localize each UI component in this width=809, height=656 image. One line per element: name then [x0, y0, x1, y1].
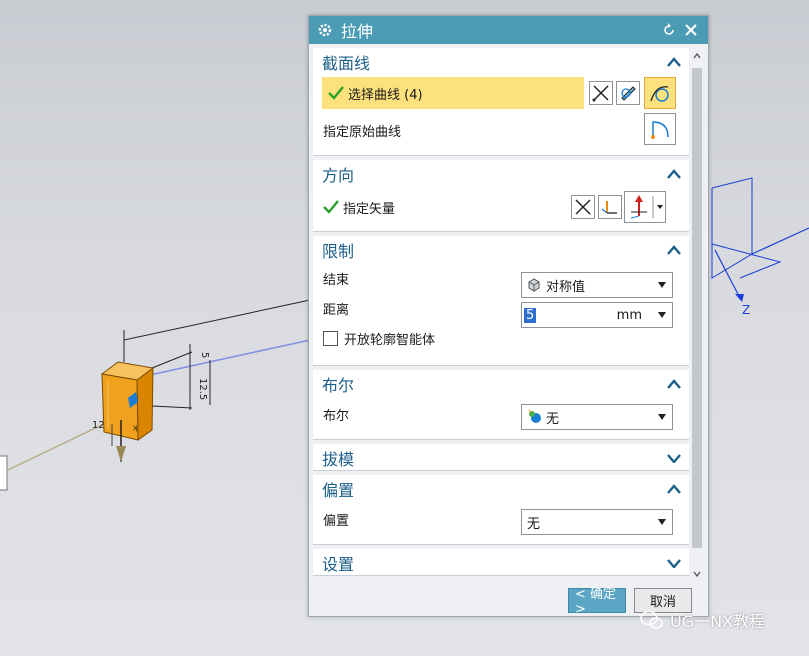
- section-direction: 方向 指定矢量: [313, 160, 689, 232]
- dialog-title: 拉伸: [341, 22, 374, 41]
- curve-rule-icon[interactable]: [589, 81, 613, 105]
- distance-value: 5: [524, 307, 537, 323]
- partial-widget: [0, 455, 8, 491]
- scrollbar-thumb[interactable]: [692, 68, 702, 548]
- axis-z-label: Z: [742, 303, 750, 317]
- checkmark-icon: [323, 200, 339, 214]
- sketch-section-icon[interactable]: [616, 81, 640, 105]
- offset-value: 无: [527, 516, 541, 532]
- dim-label-5: 5: [199, 352, 210, 358]
- select-curve-label: 选择曲线 (4): [348, 87, 423, 103]
- section-offset-title: 偏置: [322, 480, 355, 500]
- select-curve-icon[interactable]: [644, 77, 676, 109]
- reverse-direction-icon[interactable]: [571, 195, 595, 219]
- reset-icon[interactable]: [660, 21, 678, 39]
- extruded-solid[interactable]: ʞ: [100, 361, 155, 462]
- section-offset: 偏置 偏置 无: [313, 475, 689, 545]
- symmetric-value-icon: [528, 278, 540, 292]
- section-limits-header[interactable]: 限制: [313, 236, 689, 263]
- section-direction-title: 方向: [322, 165, 355, 185]
- watermark: UG一NX教程: [640, 608, 765, 632]
- original-curve-label: 指定原始曲线: [323, 124, 402, 140]
- distance-input[interactable]: 5 mm: [521, 302, 673, 328]
- wechat-icon: [640, 610, 663, 629]
- end-select[interactable]: 对称值: [521, 272, 673, 298]
- dim-label-12-5: 12.5: [197, 378, 208, 400]
- original-curve-icon[interactable]: [644, 113, 676, 145]
- section-boolean-header[interactable]: 布尔: [313, 370, 689, 397]
- chevron-up-icon: [667, 168, 681, 179]
- dialog-body: 截面线 选择曲线 (4) 指定原始曲线 方向 指定矢量 限制 结束 对称值 距离…: [313, 48, 689, 584]
- scroll-down-icon[interactable]: [693, 570, 701, 578]
- offset-select[interactable]: 无: [521, 509, 673, 535]
- section-boolean: 布尔 布尔 无: [313, 370, 689, 440]
- open-profile-label: 开放轮廓智能体: [344, 332, 436, 348]
- dimension-line: [123, 299, 311, 341]
- vector-row: 指定矢量: [313, 187, 689, 227]
- section-settings-title: 设置: [322, 554, 355, 574]
- watermark-text: UG一NX教程: [670, 612, 766, 631]
- section-direction-header[interactable]: 方向: [313, 160, 689, 187]
- section-draft: 拔模: [313, 444, 689, 471]
- section-limits: 限制 结束 对称值 距离 5 mm 开放轮廓智能体: [313, 236, 689, 366]
- boolean-value: 无: [546, 411, 560, 427]
- preview-line: [149, 339, 311, 376]
- svg-text:ʞ: ʞ: [132, 423, 137, 432]
- section-curve-title: 截面线: [322, 53, 371, 73]
- section-curve-header[interactable]: 截面线: [313, 48, 689, 75]
- distance-unit: mm: [616, 307, 642, 323]
- chevron-down-icon: [667, 558, 681, 568]
- section-curve-group: 截面线 选择曲线 (4) 指定原始曲线: [313, 48, 689, 156]
- scroll-up-icon[interactable]: [693, 52, 701, 60]
- gear-icon[interactable]: [317, 22, 333, 38]
- select-curve-row[interactable]: 选择曲线 (4): [322, 77, 584, 109]
- boolean-select[interactable]: 无: [521, 404, 673, 430]
- boolean-none-icon: [528, 409, 541, 423]
- checkmark-icon: [328, 86, 344, 100]
- open-profile-checkbox[interactable]: [323, 330, 338, 346]
- ok-button[interactable]: < 确定 >: [568, 587, 626, 617]
- chevron-up-icon: [667, 244, 681, 255]
- extrude-dialog: 拉伸 截面线 选择曲线 (4) 指定原始曲线 方向 指定矢量 限制 结束 对称值…: [308, 15, 709, 617]
- chevron-up-icon: [667, 378, 681, 389]
- close-icon[interactable]: [682, 21, 700, 39]
- section-boolean-title: 布尔: [322, 375, 355, 395]
- section-limits-title: 限制: [322, 241, 355, 261]
- vector-dialog-icon[interactable]: [598, 195, 622, 219]
- chevron-up-icon: [667, 56, 681, 67]
- section-settings-header[interactable]: 设置: [313, 549, 689, 576]
- dialog-titlebar[interactable]: 拉伸: [309, 16, 708, 44]
- wcs-triad: Z: [711, 177, 809, 317]
- section-draft-header[interactable]: 拔模: [313, 444, 689, 471]
- section-settings: 设置: [313, 549, 689, 576]
- vector-type-dropdown[interactable]: [624, 191, 666, 223]
- dim-label-12: 12: [92, 420, 105, 431]
- section-draft-title: 拔模: [322, 449, 355, 469]
- chevron-down-icon: [667, 453, 681, 463]
- dialog-scrollbar[interactable]: [689, 48, 705, 584]
- original-curve-row: 指定原始曲线: [313, 111, 689, 149]
- section-offset-header[interactable]: 偏置: [313, 475, 689, 502]
- chevron-up-icon: [667, 483, 681, 494]
- end-value: 对称值: [546, 279, 586, 295]
